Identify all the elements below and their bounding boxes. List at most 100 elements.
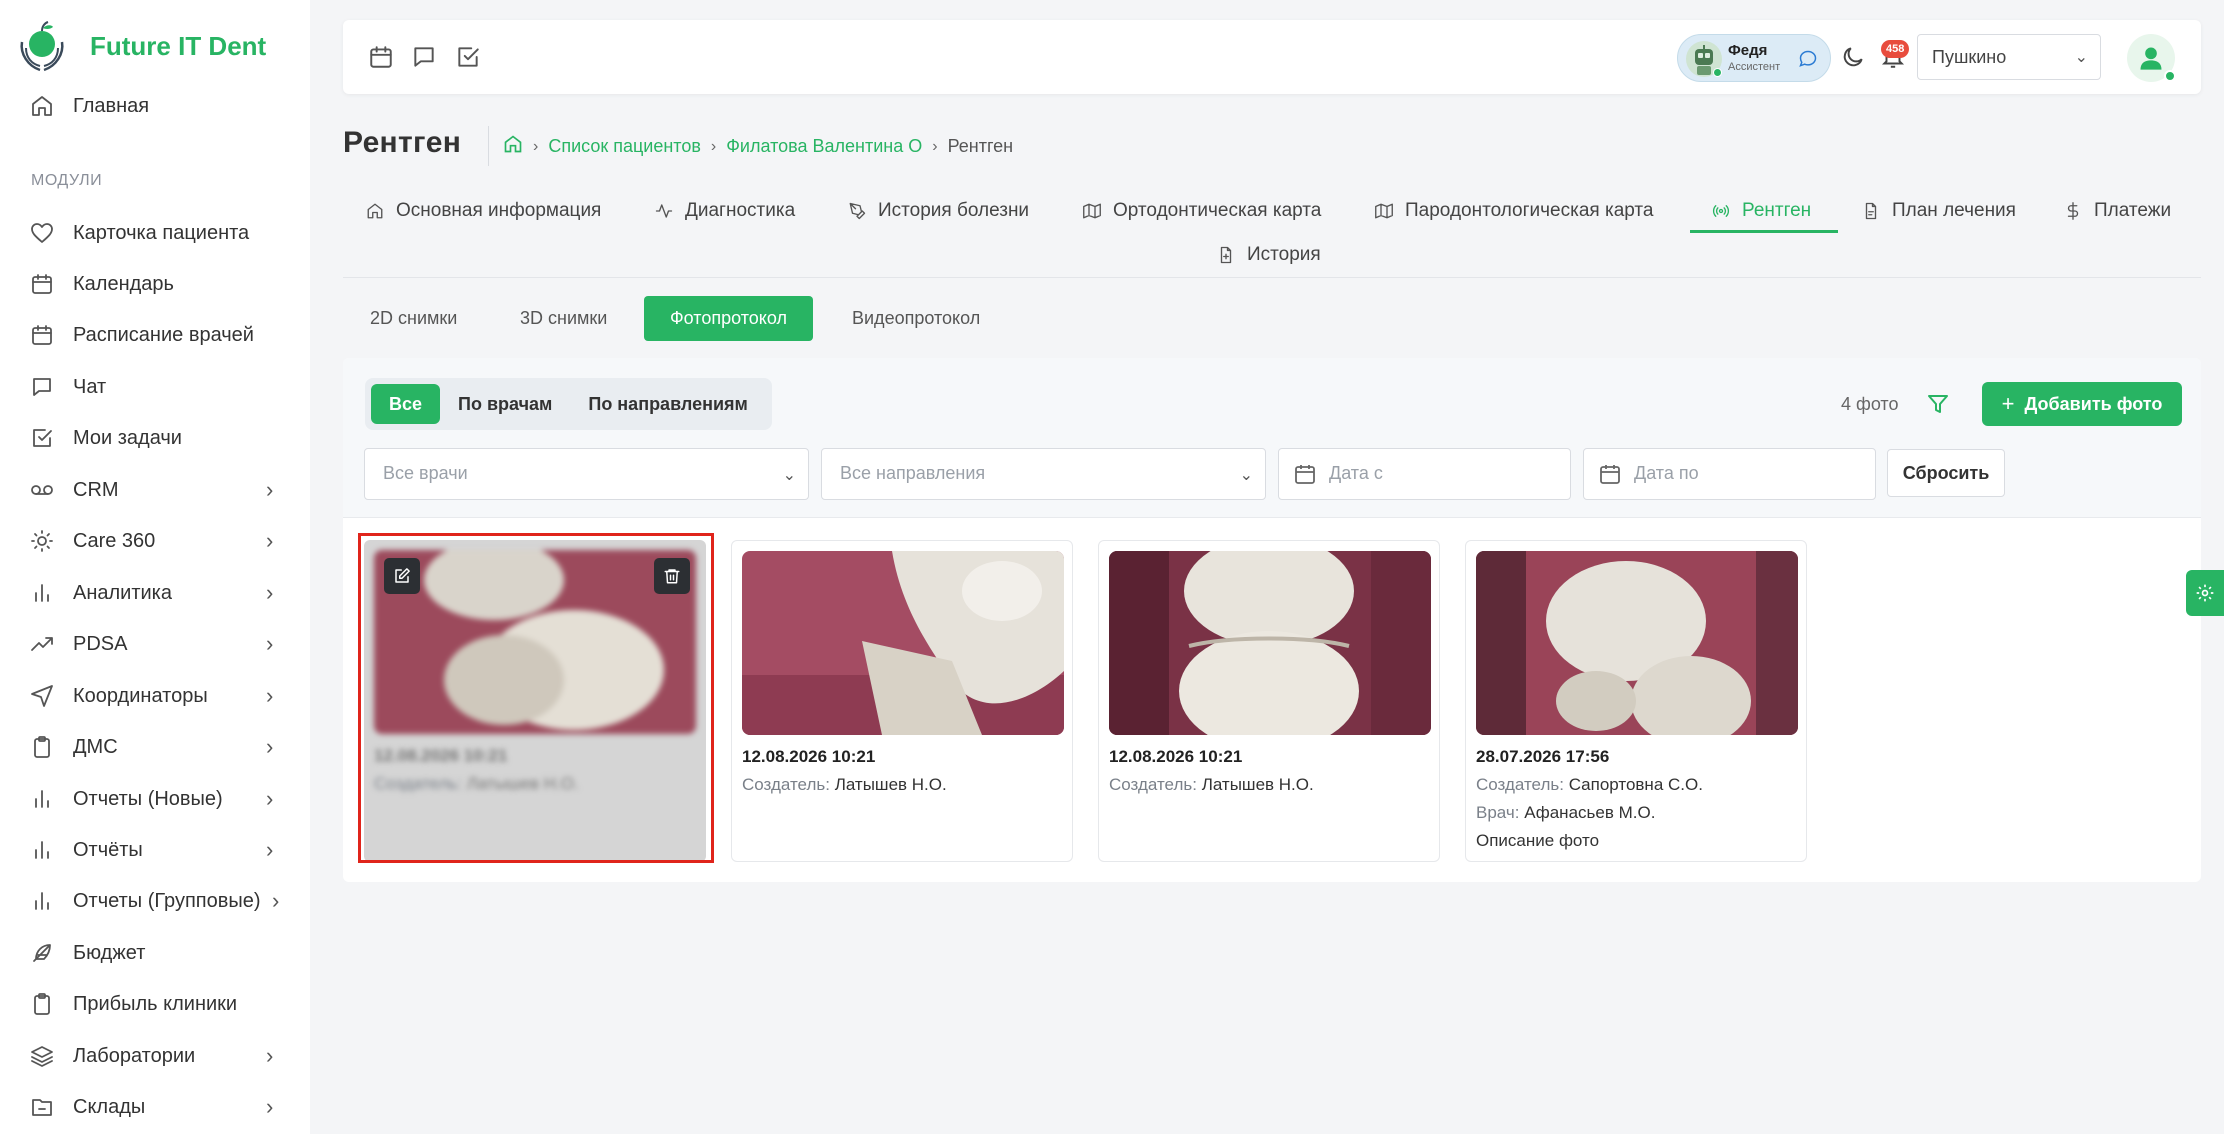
subtab-2d-images[interactable]: 2D снимки [344,296,483,341]
photo-card[interactable]: 12.08.2026 10:21 Создатель: Латышев Н.О. [1098,540,1440,862]
page-title: Рентген [343,126,462,159]
sidebar-item-care360[interactable]: Care 360 › [0,516,310,566]
tab-label: История болезни [878,200,1030,221]
app-logo[interactable]: Future IT Dent [16,18,266,74]
map-icon [1083,203,1101,219]
moon-icon[interactable] [1840,44,1866,70]
sidebar-item-home[interactable]: Главная [0,81,310,131]
home-icon[interactable] [503,134,523,159]
file-plus-icon [1220,246,1232,264]
checkbox-icon[interactable] [455,44,481,70]
reset-filters-button[interactable]: Сбросить [1887,449,2005,497]
sidebar-item-reports-group[interactable]: Отчеты (Групповые) › [0,876,310,926]
tab-treatment-plan[interactable]: План лечения [1862,200,2016,222]
tab-label: Диагностика [685,200,796,221]
tab-history[interactable]: История [1217,244,1321,266]
sidebar-item-my-tasks[interactable]: Мои задачи [0,413,310,463]
add-photo-button[interactable]: + Добавить фото [1982,382,2182,426]
calendar-icon[interactable] [368,44,394,70]
photo-filters-bar: Все По врачам По направлениям 4 фото + Д… [343,358,2201,518]
chevron-right-icon: › [266,1094,274,1119]
activity-icon [655,204,673,218]
photo-creator: Создатель: Сапортовна С.О. [1476,775,1703,795]
chevron-right-icon: › [266,580,274,605]
subtab-video-protocol[interactable]: Видеопротокол [826,296,1006,341]
sidebar-item-dms[interactable]: ДМС › [0,722,310,772]
tab-periodontal-chart[interactable]: Пародонтологическая карта [1375,200,1653,222]
sidebar: Future IT Dent Главная МОДУЛИ Карточка п… [0,0,310,1134]
doctors-select[interactable]: Все врачи ⌄ [364,448,809,500]
directions-select[interactable]: Все направления ⌄ [821,448,1266,500]
breadcrumb-patient-list[interactable]: Список пациентов [548,136,701,157]
tab-label: Основная информация [396,200,602,221]
voicemail-icon [29,477,55,503]
tab-medical-history[interactable]: История болезни [848,200,1029,222]
sidebar-item-label: Отчёты [73,838,143,861]
date-to-input[interactable]: Дата по [1583,448,1876,500]
branch-select[interactable]: Пушкино ⌄ [1917,34,2101,80]
filter-icon[interactable] [1926,392,1950,416]
chat-icon[interactable] [411,44,437,70]
map-icon [1375,203,1393,219]
message-circle-icon[interactable] [1798,49,1818,69]
tab-label: Платежи [2094,200,2172,221]
plus-icon: + [2001,391,2015,416]
chevron-right-icon: › [266,786,274,811]
add-photo-label: Добавить фото [2024,393,2163,414]
breadcrumb-patient[interactable]: Филатова Валентина О [726,136,922,157]
sidebar-item-label: Аналитика [73,581,172,604]
photo-card[interactable]: 12.08.2026 10:21 Создатель: Латышев Н.О. [731,540,1073,862]
sidebar-item-label: Расписание врачей [73,323,254,346]
assistant-name: Федя [1728,42,1768,59]
sidebar-item-coordinators[interactable]: Координаторы › [0,671,310,721]
assistant-chip[interactable]: Федя Ассистент [1677,34,1831,82]
breadcrumb: › Список пациентов › Филатова Валентина … [503,134,1013,159]
sidebar-item-clinic-profit[interactable]: Прибыль клиники [0,979,310,1029]
subtab-3d-images[interactable]: 3D снимки [494,296,633,341]
group-by-direction-option[interactable]: По направлениям [570,384,766,424]
sidebar-item-calendar[interactable]: Календарь [0,259,310,309]
breadcrumb-separator: › [533,137,539,155]
sidebar-item-budget[interactable]: Бюджет [0,928,310,978]
group-all-option[interactable]: Все [371,384,441,424]
creator-label: Создатель: [1109,775,1197,794]
group-by-segmented-control: Все По врачам По направлениям [365,378,772,430]
sidebar-item-patient-card[interactable]: Карточка пациента [0,208,310,258]
tab-diagnostics[interactable]: Диагностика [655,200,795,222]
photo-thumbnail[interactable] [1476,551,1798,735]
heart-icon [29,220,55,246]
creator-name: Латышев Н.О. [834,775,947,794]
user-icon [2140,47,2162,70]
sidebar-item-crm[interactable]: CRM › [0,465,310,515]
tab-orthodontic-chart[interactable]: Ортодонтическая карта [1083,200,1321,222]
sidebar-item-reports[interactable]: Отчёты › [0,825,310,875]
folder-minus-icon [29,1094,55,1120]
photo-card[interactable]: 28.07.2026 17:56 Создатель: Сапортовна С… [1465,540,1807,862]
photo-thumbnail[interactable] [742,551,1064,735]
settings-drawer-button[interactable] [2186,570,2224,616]
date-from-input[interactable]: Дата с [1278,448,1571,500]
tab-payments[interactable]: Платежи [2064,200,2171,222]
chevron-right-icon: › [266,477,274,502]
sidebar-item-analytics[interactable]: Аналитика › [0,568,310,618]
sidebar-item-reports-new[interactable]: Отчеты (Новые) › [0,774,310,824]
sun-icon [29,528,55,554]
tab-xray[interactable]: Рентген [1712,200,1811,222]
photo-thumbnail[interactable] [1109,551,1431,735]
sidebar-item-warehouses[interactable]: Склады › [0,1082,310,1132]
chevron-down-icon: ⌄ [782,467,796,484]
sidebar-item-chat[interactable]: Чат [0,362,310,412]
sidebar-item-laboratories[interactable]: Лаборатории › [0,1031,310,1081]
subtab-photo-protocol[interactable]: Фотопротокол [644,296,813,341]
chevron-down-icon: ⌄ [1239,467,1253,484]
breadcrumb-current: Рентген [947,136,1014,156]
breadcrumb-separator: › [710,137,717,155]
group-by-doctor-option[interactable]: По врачам [440,384,570,424]
bar-chart-icon [29,837,55,863]
sidebar-item-pdsa[interactable]: PDSA › [0,619,310,669]
calendar-icon [1293,462,1317,486]
active-tab-indicator [1690,230,1838,233]
tab-general-info[interactable]: Основная информация [366,200,601,222]
sidebar-item-doctor-schedule[interactable]: Расписание врачей [0,310,310,360]
sidebar-item-label: Care 360 [73,529,156,552]
